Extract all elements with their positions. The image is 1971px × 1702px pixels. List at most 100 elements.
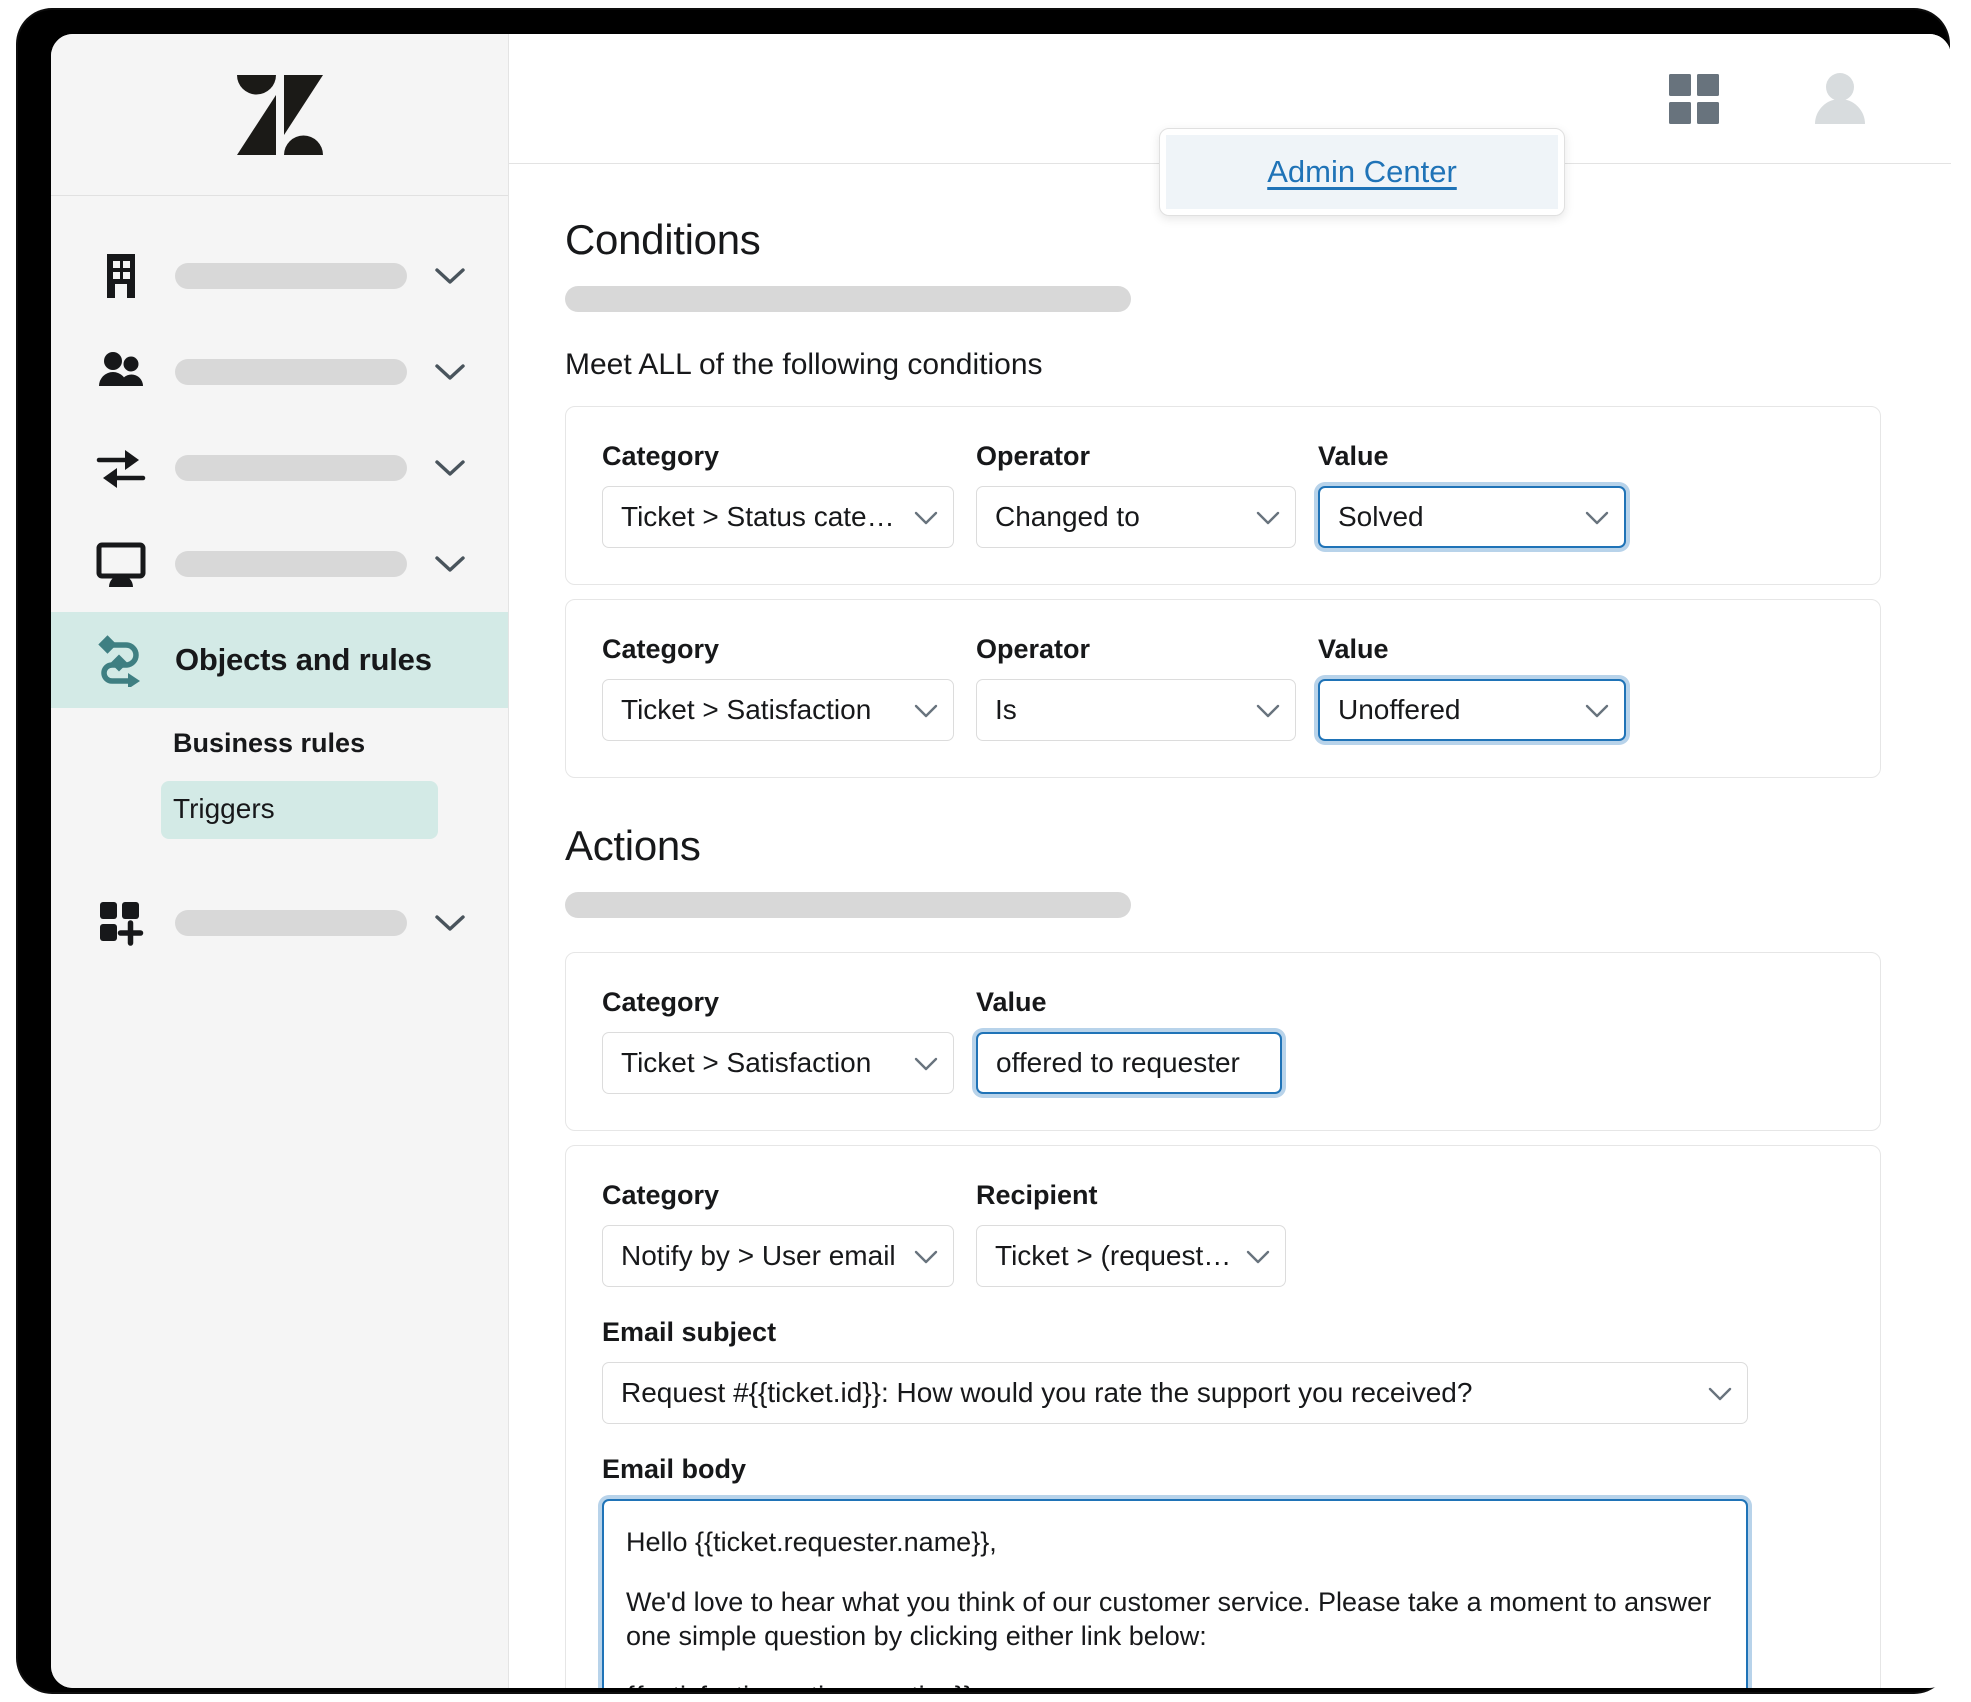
sidebar-item-5[interactable]	[51, 875, 508, 971]
condition-value-select[interactable]: Solved	[1318, 486, 1626, 548]
building-icon	[93, 248, 149, 304]
conditions-instruction: Meet ALL of the following conditions	[565, 348, 1043, 381]
logo-container	[51, 34, 508, 196]
email-subject-input[interactable]: Request #{{ticket.id}}: How would you ra…	[602, 1362, 1748, 1424]
field-label: Value	[1318, 441, 1389, 471]
sidebar-item-triggers[interactable]: Triggers	[161, 781, 438, 839]
condition-category-field: Category Ticket > Satisfaction	[602, 634, 954, 741]
field-label: Category	[602, 987, 720, 1017]
apps-add-icon	[93, 895, 149, 951]
field-label: Email body	[602, 1454, 747, 1484]
sidebar-item-placeholder	[175, 910, 407, 936]
transfer-arrows-icon	[93, 440, 149, 496]
field-label: Category	[602, 441, 720, 471]
actions-title: Actions	[565, 822, 701, 869]
action-value-input[interactable]: offered to requester	[976, 1032, 1282, 1094]
select-value: Solved	[1338, 501, 1424, 532]
chevron-down-icon	[1707, 1377, 1733, 1409]
select-value: Notify by > User email	[621, 1240, 896, 1271]
condition-value-select[interactable]: Unoffered	[1318, 679, 1626, 741]
admin-center-popover: Admin Center	[1159, 128, 1565, 216]
field-label: Value	[1318, 634, 1389, 664]
grid-apps-icon[interactable]	[1667, 72, 1721, 126]
condition-fields: Category Ticket > Status category Operat…	[602, 441, 1844, 548]
email-subject-field: Email subject Request #{{ticket.id}}: Ho…	[602, 1317, 1844, 1424]
objects-rules-icon	[93, 632, 149, 688]
sidebar-item-3[interactable]	[51, 516, 508, 612]
select-value: Is	[995, 694, 1017, 725]
zendesk-logo	[236, 74, 323, 155]
condition-operator-select[interactable]: Changed to	[976, 486, 1296, 548]
monitor-icon	[93, 536, 149, 592]
email-body-line: {{satisfaction.rating_section}}	[626, 1679, 1724, 1688]
chevron-down-icon	[1584, 694, 1610, 726]
condition-operator-field: Operator Changed to	[976, 441, 1296, 548]
action-category-field: Category Notify by > User email	[602, 1180, 954, 1287]
action-category-select[interactable]: Notify by > User email	[602, 1225, 954, 1287]
condition-category-select[interactable]: Ticket > Status category	[602, 486, 954, 548]
chevron-down-icon	[1245, 1240, 1271, 1272]
chevron-down-icon[interactable]	[433, 355, 467, 389]
device-bezel: Objects and rules Business rules Trigger…	[18, 10, 1951, 1692]
action-recipient-select[interactable]: Ticket > (requester)	[976, 1225, 1286, 1287]
condition-value-field: Value Unoffered	[1318, 634, 1626, 741]
chevron-down-icon	[1255, 501, 1281, 533]
sidebar-item-1[interactable]	[51, 324, 508, 420]
sidebar-item-placeholder	[175, 359, 407, 385]
chevron-down-icon	[913, 501, 939, 533]
condition-row-1: Category Ticket > Status category Operat…	[565, 406, 1881, 585]
chevron-down-icon	[913, 1240, 939, 1272]
condition-category-field: Category Ticket > Status category	[602, 441, 954, 548]
people-icon	[93, 344, 149, 400]
action-recipient-field: Recipient Ticket > (requester)	[976, 1180, 1286, 1287]
action-value-field: Value offered to requester	[976, 987, 1282, 1094]
input-value: offered to requester	[996, 1047, 1240, 1078]
user-avatar-icon[interactable]	[1809, 68, 1871, 130]
chevron-down-icon	[1255, 694, 1281, 726]
main-area: Admin Center Conditions Meet ALL of the …	[509, 34, 1951, 1688]
sidebar-item-2[interactable]	[51, 420, 508, 516]
field-label: Operator	[976, 441, 1091, 471]
condition-operator-field: Operator Is	[976, 634, 1296, 741]
select-value: Ticket > Satisfaction	[621, 1047, 872, 1078]
actions-subtitle-placeholder	[565, 892, 1131, 918]
field-label: Category	[602, 634, 720, 664]
email-body-textarea[interactable]: Hello {{ticket.requester.name}}, We'd lo…	[602, 1499, 1748, 1688]
field-label: Recipient	[976, 1180, 1098, 1210]
field-label: Value	[976, 987, 1047, 1017]
condition-value-field: Value Solved	[1318, 441, 1626, 548]
condition-fields: Category Ticket > Satisfaction Operator	[602, 634, 1844, 741]
email-body-line: Hello {{ticket.requester.name}},	[626, 1527, 997, 1557]
chevron-down-icon[interactable]	[433, 259, 467, 293]
conditions-subtitle-placeholder	[565, 286, 1131, 312]
action-row-2: Category Notify by > User email Recipien…	[565, 1145, 1881, 1688]
admin-center-link[interactable]: Admin Center	[1267, 154, 1457, 189]
sidebar-nav-tail	[51, 839, 508, 971]
sidebar-item-placeholder	[175, 551, 407, 577]
chevron-down-icon[interactable]	[433, 547, 467, 581]
page-content: Conditions Meet ALL of the following con…	[509, 164, 1951, 1688]
condition-operator-select[interactable]: Is	[976, 679, 1296, 741]
chevron-down-icon	[913, 1047, 939, 1079]
field-label: Category	[602, 1180, 720, 1210]
field-label: Email subject	[602, 1317, 777, 1347]
chevron-down-icon[interactable]	[433, 451, 467, 485]
field-label: Operator	[976, 634, 1091, 664]
sidebar-item-0[interactable]	[51, 228, 508, 324]
select-value: Ticket > Status category	[621, 501, 903, 532]
conditions-title: Conditions	[565, 216, 761, 263]
chevron-down-icon	[1584, 501, 1610, 533]
action-fields: Category Ticket > Satisfaction Value off…	[602, 987, 1844, 1094]
select-value: Changed to	[995, 501, 1140, 532]
admin-center-popover-body: Admin Center	[1166, 135, 1558, 209]
chevron-down-icon[interactable]	[433, 906, 467, 940]
condition-category-select[interactable]: Ticket > Satisfaction	[602, 679, 954, 741]
action-category-select[interactable]: Ticket > Satisfaction	[602, 1032, 954, 1094]
condition-row-2: Category Ticket > Satisfaction Operator	[565, 599, 1881, 778]
select-value: Unoffered	[1338, 694, 1461, 725]
sidebar-item-objects-and-rules[interactable]: Objects and rules	[51, 612, 508, 708]
sidebar-item-placeholder	[175, 263, 407, 289]
subnav-heading: Business rules	[173, 728, 366, 758]
select-value: Ticket > (requester)	[995, 1240, 1235, 1271]
select-value: Ticket > Satisfaction	[621, 694, 872, 725]
